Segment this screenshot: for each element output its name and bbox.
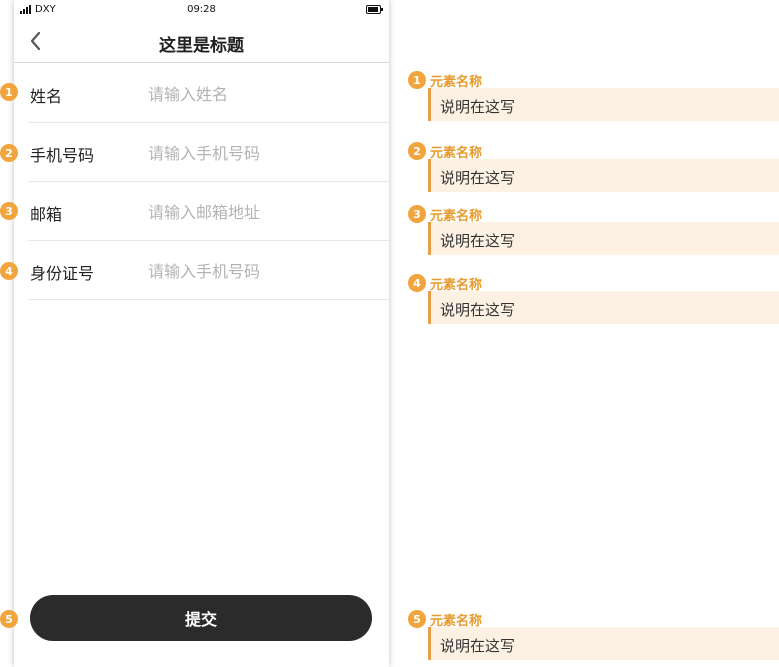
annotation-box: 说明在这写 [428, 88, 779, 121]
annotation-text: 说明在这写 [440, 169, 516, 187]
annotation-text: 说明在这写 [440, 98, 516, 116]
nav-bar: 这里是标题 [14, 20, 389, 63]
annotation-badge: 1 [408, 71, 426, 89]
spec-canvas: DXY 09:28 这里是标题 姓名 手机号码 邮箱 [0, 0, 779, 667]
form-row-id-number: 身份证号 [14, 241, 389, 300]
badge-5: 5 [0, 610, 18, 628]
name-input[interactable] [148, 81, 368, 107]
badge-3: 3 [0, 202, 18, 220]
id-number-label: 身份证号 [30, 264, 95, 283]
name-label: 姓名 [30, 87, 63, 106]
phone-label: 手机号码 [30, 146, 95, 165]
status-bar: DXY 09:28 [14, 0, 389, 20]
row-divider [28, 299, 389, 300]
annotation-text: 说明在这写 [440, 232, 516, 250]
email-label: 邮箱 [30, 205, 63, 224]
annotation-box: 说明在这写 [428, 627, 779, 660]
annotation-text: 说明在这写 [440, 637, 516, 655]
annotation-badge: 2 [408, 142, 426, 160]
annotation-box: 说明在这写 [428, 222, 779, 255]
phone-screen: DXY 09:28 这里是标题 姓名 手机号码 邮箱 [14, 0, 389, 667]
badge-2: 2 [0, 144, 18, 162]
battery-icon [366, 5, 383, 14]
annotation-text: 说明在这写 [440, 301, 516, 319]
annotation-badge: 5 [408, 610, 426, 628]
badge-4: 4 [0, 262, 18, 280]
phone-input[interactable] [148, 140, 368, 166]
status-time: 09:28 [187, 4, 216, 15]
form-row-email: 邮箱 [14, 182, 389, 241]
annotation-badge: 4 [408, 274, 426, 292]
form-row-name: 姓名 [14, 64, 389, 123]
id-number-input[interactable] [148, 258, 368, 284]
badge-1: 1 [0, 83, 18, 101]
annotation-badge: 3 [408, 205, 426, 223]
email-input[interactable] [148, 199, 368, 225]
submit-button[interactable]: 提交 [30, 595, 372, 641]
form-row-phone: 手机号码 [14, 123, 389, 182]
annotation-box: 说明在这写 [428, 159, 779, 192]
page-title: 这里是标题 [159, 36, 244, 56]
annotation-box: 说明在这写 [428, 291, 779, 324]
